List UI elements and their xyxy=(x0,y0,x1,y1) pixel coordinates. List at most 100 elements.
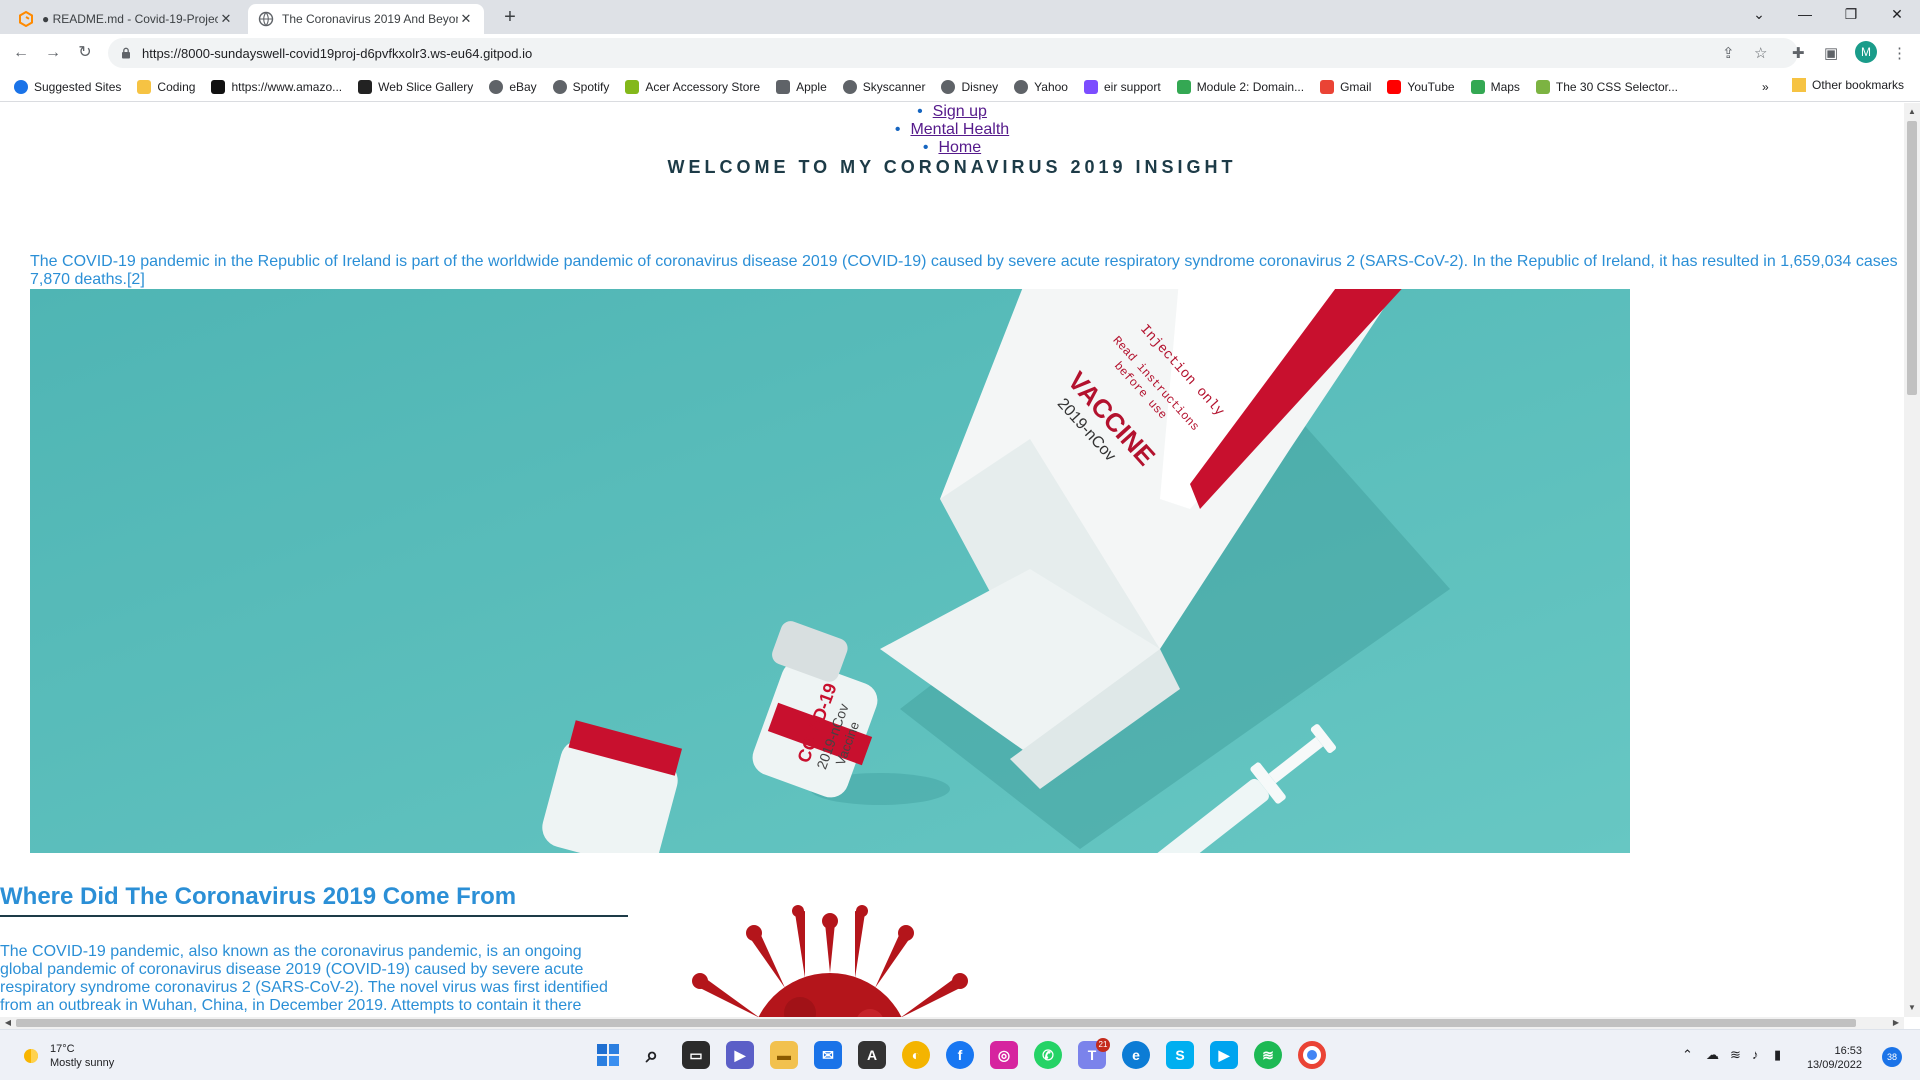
forward-arrow-icon[interactable]: → xyxy=(42,42,64,64)
url-text: https://8000-sundayswell-covid19proj-d6p… xyxy=(142,45,533,61)
vertical-scrollbar[interactable]: ▲ ▼ xyxy=(1904,103,1920,1017)
bookmark-item[interactable]: Web Slice Gallery xyxy=(358,79,474,94)
bookmark-item[interactable]: Maps xyxy=(1470,79,1520,94)
bookmark-item[interactable]: The 30 CSS Selector... xyxy=(1535,79,1678,94)
bookmark-label: Skyscanner xyxy=(862,79,926,94)
edge-icon[interactable]: e xyxy=(1122,1041,1150,1069)
scroll-right-arrow-icon[interactable]: ▶ xyxy=(1889,1017,1903,1029)
scroll-left-arrow-icon[interactable]: ◀ xyxy=(1,1017,15,1029)
section-heading: Where Did The Coronavirus 2019 Come From xyxy=(0,883,517,910)
other-bookmarks-label: Other bookmarks xyxy=(1812,78,1905,92)
scroll-up-arrow-icon[interactable]: ▲ xyxy=(1904,105,1920,119)
bookmark-item[interactable]: Module 2: Domain... xyxy=(1176,79,1304,94)
weather-temperature: 17°C xyxy=(50,1043,75,1055)
volume-icon[interactable]: ♪ xyxy=(1752,1047,1759,1062)
windows-taskbar: 17°C Mostly sunny ⌕ ▭ ▶ ▬ ✉ A ◐ f ◎ ✆ T … xyxy=(0,1029,1920,1080)
bookmark-label: Apple xyxy=(796,79,827,94)
clock-date: 13/09/2022 xyxy=(1806,1059,1862,1071)
search-icon[interactable]: ⌕ xyxy=(638,1041,666,1069)
bookmark-star-icon[interactable]: ☆ xyxy=(1754,44,1767,62)
teams-badge: 21 xyxy=(1096,1038,1110,1052)
horizontal-scroll-thumb[interactable] xyxy=(16,1019,1856,1027)
nav-link-home[interactable]: Home xyxy=(938,139,981,156)
bookmark-label: Yahoo xyxy=(1034,79,1068,94)
facebook-icon[interactable]: f xyxy=(946,1041,974,1069)
tab-close-icon[interactable]: ✕ xyxy=(458,11,474,27)
tab-title: ● README.md - Covid-19-Projec xyxy=(42,12,218,26)
tray-chevron-icon[interactable]: ⌃ xyxy=(1682,1047,1693,1063)
page-title: WELCOME TO MY CORONAVIRUS 2019 INSIGHT xyxy=(667,157,1237,177)
bookmark-item[interactable]: Suggested Sites xyxy=(14,79,122,94)
bookmark-item[interactable]: Skyscanner xyxy=(842,79,926,94)
clock-time: 16:53 xyxy=(1834,1045,1862,1057)
bookmarks-bar: Suggested Sites Coding https://www.amazo..… xyxy=(0,72,1920,102)
other-bookmarks[interactable]: Other bookmarks xyxy=(1792,78,1904,92)
bookmark-label: Spotify xyxy=(572,79,610,94)
chrome-icon[interactable] xyxy=(1298,1041,1326,1069)
instagram-icon[interactable]: ◎ xyxy=(990,1041,1018,1069)
coronavirus-illustration xyxy=(692,905,968,1017)
tab-strip: ● README.md - Covid-19-Projec ✕ The Coro… xyxy=(0,0,1920,34)
app-circle-icon[interactable]: ◐ xyxy=(902,1041,930,1069)
task-view-icon[interactable]: ▭ xyxy=(682,1041,710,1069)
close-window-button[interactable]: ✕ xyxy=(1874,0,1920,30)
spotify-icon[interactable]: ≋ xyxy=(1254,1041,1282,1069)
bookmark-item[interactable]: Yahoo xyxy=(1014,79,1068,94)
mail-icon[interactable]: ✉ xyxy=(814,1041,842,1069)
section-paragraph: The COVID-19 pandemic, also known as the… xyxy=(0,943,608,1014)
reload-icon[interactable]: ↻ xyxy=(74,42,96,64)
bookmark-label: Web Slice Gallery xyxy=(378,79,474,94)
eir-icon xyxy=(1083,79,1098,94)
nav-item-mental-health: Mental Health xyxy=(0,121,1904,139)
bookmark-item[interactable]: eBay xyxy=(489,79,537,94)
nav-link-sign-up[interactable]: Sign up xyxy=(933,103,987,120)
bookmark-item[interactable]: eir support xyxy=(1083,79,1161,94)
chat-icon[interactable]: ▶ xyxy=(726,1041,754,1069)
meet-icon[interactable]: ▶ xyxy=(1210,1041,1238,1069)
bookmark-label: Maps xyxy=(1490,79,1520,94)
side-panel-icon[interactable]: ▣ xyxy=(1824,44,1838,62)
bookmarks-overflow-icon[interactable]: » xyxy=(1762,80,1769,94)
scroll-down-arrow-icon[interactable]: ▼ xyxy=(1904,1001,1920,1015)
bookmark-item[interactable]: https://www.amazo... xyxy=(211,79,342,94)
new-tab-button[interactable]: + xyxy=(496,6,524,30)
site-nav: Sign up Mental Health Home xyxy=(0,103,1904,157)
minimize-button[interactable]: — xyxy=(1782,0,1828,30)
start-button[interactable] xyxy=(594,1041,622,1069)
onedrive-icon[interactable]: ☁ xyxy=(1706,1047,1719,1063)
nav-link-mental-health[interactable]: Mental Health xyxy=(910,121,1009,138)
tab-coronavirus[interactable]: The Coronavirus 2019 And Beyon ✕ xyxy=(248,4,484,34)
whatsapp-icon[interactable]: ✆ xyxy=(1034,1041,1062,1069)
bookmark-label: Suggested Sites xyxy=(34,79,122,94)
bookmark-item[interactable]: YouTube xyxy=(1387,79,1455,94)
tab-readme[interactable]: ● README.md - Covid-19-Projec ✕ xyxy=(8,4,244,34)
back-arrow-icon[interactable]: ← xyxy=(10,42,32,64)
nav-item-home: Home xyxy=(0,139,1904,157)
address-bar[interactable]: https://8000-sundayswell-covid19proj-d6p… xyxy=(108,38,1798,68)
weather-widget[interactable]: 17°C Mostly sunny xyxy=(20,1042,114,1070)
wifi-icon[interactable]: ≋ xyxy=(1730,1047,1741,1063)
hero-image-vaccine: Injection only Read instructions before … xyxy=(30,289,1630,853)
bookmark-item[interactable]: Gmail xyxy=(1320,79,1371,94)
bookmark-item[interactable]: Disney xyxy=(941,79,998,94)
notification-count[interactable]: 38 xyxy=(1882,1047,1902,1067)
tab-search-chevron-icon[interactable]: ⌄ xyxy=(1736,0,1782,30)
horizontal-scrollbar[interactable]: ◀ ▶ xyxy=(0,1017,1904,1029)
bookmark-item[interactable]: Apple xyxy=(776,79,827,94)
menu-kebab-icon[interactable]: ⋮ xyxy=(1892,44,1907,62)
share-icon[interactable]: ⇪ xyxy=(1722,44,1735,62)
profile-avatar[interactable]: M xyxy=(1855,41,1877,63)
skype-icon[interactable]: S xyxy=(1166,1041,1194,1069)
bookmark-item[interactable]: Spotify xyxy=(552,79,610,94)
extensions-icon[interactable]: ✚ xyxy=(1792,44,1805,62)
file-explorer-icon[interactable]: ▬ xyxy=(770,1041,798,1069)
bookmark-item[interactable]: Acer Accessory Store xyxy=(625,79,760,94)
app-a-icon[interactable]: A xyxy=(858,1041,886,1069)
system-clock[interactable]: 16:53 13/09/2022 xyxy=(1806,1044,1862,1072)
restore-button[interactable]: ❐ xyxy=(1828,0,1874,30)
weather-condition: Mostly sunny xyxy=(50,1057,115,1069)
battery-icon[interactable]: ▮ xyxy=(1774,1047,1781,1063)
tab-close-icon[interactable]: ✕ xyxy=(218,11,234,27)
vertical-scroll-thumb[interactable] xyxy=(1907,121,1917,395)
bookmark-item[interactable]: Coding xyxy=(137,79,195,94)
